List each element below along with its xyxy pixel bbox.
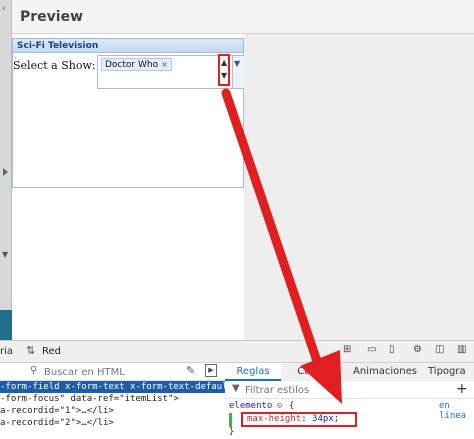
tree-node[interactable]: a-recordid="2">…</li> [0, 417, 225, 429]
html-tree: -form-field x-form-text x-form-text-defa… [0, 381, 225, 439]
layout-toolbar: ⊞ ▭ ▯ ⚙ ◫ ▥ [343, 341, 474, 361]
left-edge-strip: ‹ ▼ [0, 0, 12, 340]
filter-row: ▼ + [225, 381, 474, 399]
tree-node[interactable]: a-recordid="1">…</li> [0, 405, 225, 417]
declaration-annotation-box[interactable]: max-height: 34px; [241, 412, 357, 427]
scroll-annotation-box [218, 54, 230, 86]
add-rule-button[interactable]: + [456, 381, 468, 397]
panel-title: Sci-Fi Television [13, 39, 243, 53]
tab-typography[interactable]: Tipogra [428, 363, 474, 381]
preview-side-area [244, 34, 474, 340]
layout-icon[interactable]: ⊞ [343, 344, 351, 355]
preview-header: Preview [12, 0, 474, 34]
preview-title: Preview [20, 9, 84, 25]
tab-rules[interactable]: Reglas [225, 363, 281, 381]
dropdown-trigger[interactable]: ▼ [232, 56, 244, 88]
colon: : [301, 414, 313, 424]
dock-icon[interactable]: ◫ [435, 344, 444, 355]
sci-fi-panel: Sci-Fi Television Select a Show: Doctor … [12, 38, 244, 188]
tree-node-selected[interactable]: -form-field x-form-text x-form-text-defa… [0, 381, 225, 393]
tag-label: Doctor Who [105, 60, 159, 70]
collapse-icon[interactable]: ‹ [2, 4, 6, 14]
select-show-label: Select a Show: [13, 59, 96, 72]
expand-arrow-icon[interactable] [3, 168, 8, 176]
rule-selector: elemento [229, 401, 273, 411]
tag-doctor-who[interactable]: Doctor Who × [101, 58, 172, 71]
inline-source-link[interactable]: en línea [439, 401, 474, 421]
html-search-row: ⚲ ✎ ▶ [0, 363, 225, 381]
filter-icon: ▼ [232, 383, 240, 394]
chevron-down-icon: ▼ [234, 59, 241, 68]
property-name[interactable]: max-height [247, 414, 301, 424]
html-search-input[interactable] [44, 365, 174, 379]
property-value[interactable]: 34px [312, 414, 334, 424]
chevron-down-icon[interactable]: ▼ [2, 250, 8, 259]
devtools-left-tabs: ria ⇅ Red [0, 341, 225, 363]
tab-animations[interactable]: Animaciones [350, 363, 420, 381]
semicolon: ; [333, 414, 340, 424]
search-icon: ⚲ [30, 365, 38, 376]
screenshot-icon[interactable]: ▭ [367, 344, 376, 355]
tab-partial[interactable]: ria [0, 346, 13, 357]
rule-gear-icon[interactable]: ⚙ [277, 401, 282, 411]
tab-network[interactable]: Red [42, 346, 61, 357]
modified-indicator [229, 413, 232, 427]
device-icon[interactable]: ▯ [389, 344, 395, 355]
element-picker-icon[interactable]: ✎ [186, 364, 195, 377]
tree-node[interactable]: -form-focus" data-ref="itemList"> [0, 393, 225, 405]
split-icon[interactable]: ▥ [457, 344, 466, 355]
rules-body: elemento ⚙ { en línea max-height: 34px; … [225, 399, 474, 439]
filter-styles-input[interactable] [245, 383, 365, 397]
toggle-panel-icon[interactable]: ▶ [205, 364, 217, 377]
edge-accent [0, 310, 12, 340]
tab-computed[interactable]: Calc [283, 363, 333, 381]
devtools-right-toolbar: ⊞ ▭ ▯ ⚙ ◫ ▥ [225, 341, 474, 363]
tag-close-icon[interactable]: × [161, 60, 168, 69]
network-icon: ⇅ [26, 344, 36, 357]
brace-close: } [229, 427, 235, 437]
brace-open: { [289, 401, 295, 411]
settings-icon[interactable]: ⚙ [413, 344, 422, 355]
